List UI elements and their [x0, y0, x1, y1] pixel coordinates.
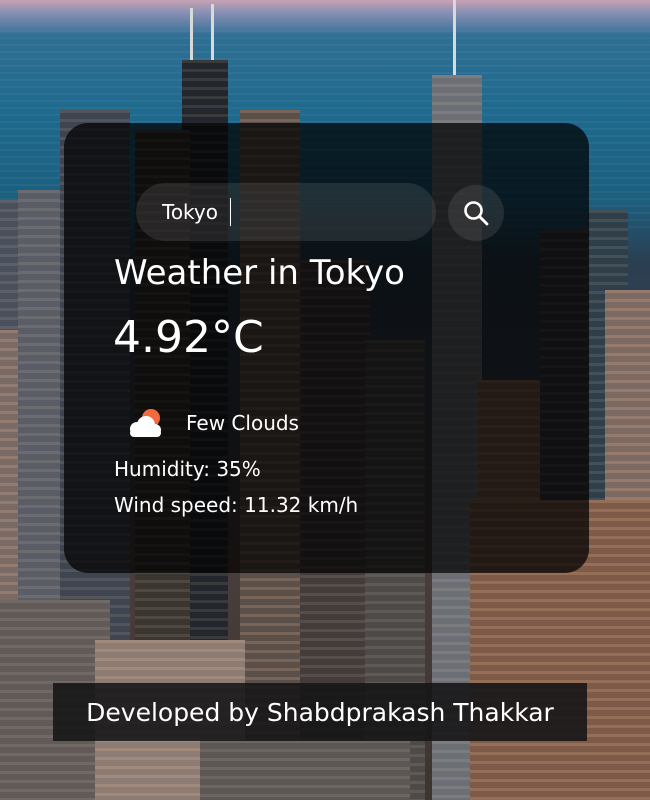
text-cursor — [230, 198, 231, 226]
antenna — [453, 0, 456, 75]
building — [200, 740, 410, 800]
condition-description: Few Clouds — [186, 411, 299, 435]
search-input[interactable] — [136, 183, 436, 241]
condition-row: Few Clouds — [122, 403, 299, 443]
temperature: 4.92°C — [113, 312, 264, 363]
humidity-value: Humidity: 35% — [114, 457, 261, 481]
search-icon — [464, 201, 489, 226]
weather-card: Weather in Tokyo 4.92°C Few Clouds Humid… — [64, 123, 589, 573]
developer-credit: Developed by Shabdprakash Thakkar — [53, 683, 587, 741]
city-title: Weather in Tokyo — [114, 253, 405, 293]
antenna — [211, 4, 214, 68]
wind-speed-value: Wind speed: 11.32 km/h — [114, 493, 359, 517]
antenna — [190, 8, 193, 68]
search-button[interactable] — [448, 185, 504, 241]
few-clouds-icon — [130, 409, 161, 437]
